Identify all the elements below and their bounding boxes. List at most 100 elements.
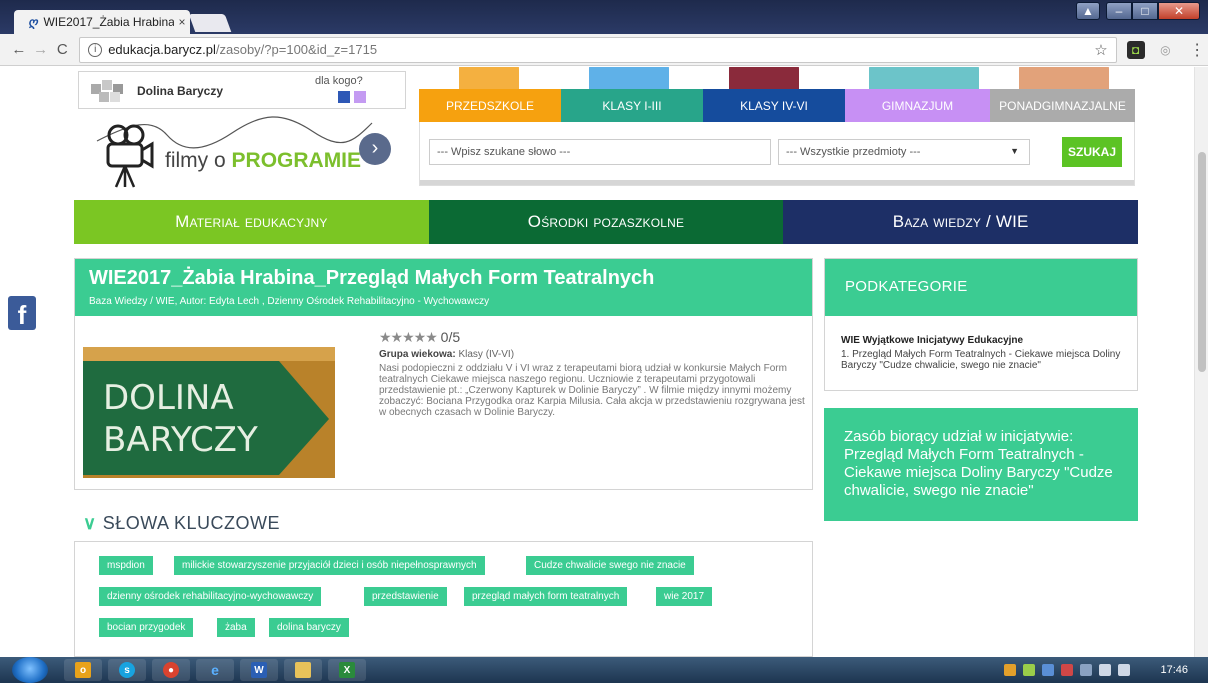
subject-select-value: --- Wszystkie przedmioty --- bbox=[786, 146, 921, 158]
start-button-icon[interactable] bbox=[12, 657, 48, 683]
resource-article: WIE2017_Żabia Hrabina_Przegląd Małych Fo… bbox=[74, 258, 813, 490]
tray-icon[interactable] bbox=[1061, 664, 1074, 676]
hero-image-strip bbox=[459, 67, 519, 89]
site-logo-box[interactable]: Dolina Baryczy dla kogo? bbox=[78, 71, 406, 109]
forward-arrow-icon[interactable]: → bbox=[30, 41, 52, 58]
tab-ponadgimnazjalne[interactable]: PONADGIMNAZJALNE bbox=[990, 89, 1135, 122]
chevron-right-icon[interactable]: › bbox=[359, 133, 391, 165]
keyword-tag[interactable]: Cudze chwalicie swego nie znacie bbox=[526, 556, 694, 575]
taskbar-explorer-icon[interactable] bbox=[284, 659, 322, 681]
os-taskbar: o s ● e W X 17:46 bbox=[0, 657, 1208, 683]
browser-tab[interactable]: ღ WIE2017_Żabia Hrabina_ × bbox=[14, 10, 190, 34]
page-viewport: Dolina Baryczy dla kogo? filmy o PROGRAM… bbox=[0, 67, 1194, 657]
network-icon[interactable] bbox=[1118, 664, 1131, 676]
star-rating-icon[interactable]: ★★★★★ bbox=[379, 329, 438, 345]
maximize-button[interactable]: □ bbox=[1132, 2, 1158, 20]
taskbar-chrome-icon[interactable]: ● bbox=[152, 659, 190, 681]
level-tabs: PRZEDSZKOLE KLASY I-III KLASY IV-VI GIMN… bbox=[419, 89, 1135, 122]
keyword-tag[interactable]: dzienny ośrodek rehabilitacyjno-wychowaw… bbox=[99, 587, 322, 606]
nav-osrodki-pozaszkolne[interactable]: Ośrodki pozaszkolne bbox=[428, 200, 784, 244]
panel-divider bbox=[420, 180, 1134, 185]
tray-icon[interactable] bbox=[1080, 664, 1093, 676]
rating-value: 0/5 bbox=[440, 329, 461, 345]
article-thumbnail[interactable]: DOLINA BARYCZY bbox=[83, 347, 335, 478]
info-icon[interactable]: i bbox=[88, 42, 103, 57]
tab-klasy-4-6[interactable]: KLASY IV-VI bbox=[703, 89, 845, 122]
article-description: Nasi podopieczni z oddziału V i VI wraz … bbox=[379, 363, 805, 418]
audience-swatch-violet[interactable] bbox=[354, 91, 366, 103]
tab-przedszkole[interactable]: PRZEDSZKOLE bbox=[419, 89, 561, 122]
extension-circle-icon[interactable]: ◎ bbox=[1155, 41, 1177, 59]
address-bar: ← → C i edukacja.barycz.pl /zasoby/?p=10… bbox=[0, 34, 1208, 66]
taskbar-excel-icon[interactable]: X bbox=[328, 659, 366, 681]
search-panel: --- Wpisz szukane słowo --- --- Wszystki… bbox=[419, 122, 1135, 186]
sign-text-2: BARYCZY bbox=[103, 420, 258, 460]
keyword-tag[interactable]: mspdion bbox=[99, 556, 153, 575]
keyword-tag[interactable]: przedstawienie bbox=[364, 587, 447, 606]
rating[interactable]: ★★★★★ 0/5 bbox=[379, 329, 460, 346]
age-group: Grupa wiekowa: Klasy (IV-VI) bbox=[379, 349, 514, 360]
page-scrollbar[interactable] bbox=[1194, 67, 1208, 657]
keyword-tag[interactable]: wie 2017 bbox=[656, 587, 713, 606]
logo-name: Dolina Baryczy bbox=[137, 84, 224, 98]
facebook-icon[interactable]: f bbox=[8, 296, 36, 330]
reload-icon[interactable]: C bbox=[51, 41, 73, 58]
nav-material-edukacyjny[interactable]: Materiał edukacyjny bbox=[74, 200, 429, 244]
keyword-tag[interactable]: bocian przygodek bbox=[99, 618, 194, 637]
new-tab-button[interactable] bbox=[188, 14, 232, 32]
tray-icon[interactable] bbox=[1023, 664, 1036, 676]
audience-swatch-blue[interactable] bbox=[338, 91, 350, 103]
tab-klasy-1-3[interactable]: KLASY I-III bbox=[561, 89, 703, 122]
initiative-box[interactable]: Zasób biorący udział w inicjatywie: Prze… bbox=[824, 408, 1138, 521]
search-button[interactable]: SZUKAJ bbox=[1062, 137, 1122, 167]
age-group-value: Klasy (IV-VI) bbox=[458, 349, 515, 360]
chevron-down-icon: ∨ bbox=[83, 513, 97, 533]
user-icon[interactable]: ▲ bbox=[1076, 2, 1100, 20]
minimize-button[interactable]: – bbox=[1106, 2, 1132, 20]
bluetooth-icon[interactable] bbox=[1042, 664, 1055, 676]
age-group-label: Grupa wiekowa: bbox=[379, 349, 456, 360]
tab-close-button[interactable]: × bbox=[174, 15, 190, 29]
main-navigation: Materiał edukacyjny Ośrodki pozaszkolne … bbox=[74, 200, 1139, 244]
subcategory-item[interactable]: 1. Przegląd Małych Form Teatralnych - Ci… bbox=[841, 349, 1131, 371]
sign-text-1: DOLINA bbox=[103, 378, 234, 418]
keyword-tag[interactable]: dolina baryczy bbox=[269, 618, 349, 637]
nav-baza-wiedzy[interactable]: Baza wiedzy / WIE bbox=[783, 200, 1139, 244]
taskbar-skype-icon[interactable]: s bbox=[108, 659, 146, 681]
keyword-tag[interactable]: żaba bbox=[217, 618, 255, 637]
browser-menu-icon[interactable]: ⋮ bbox=[1186, 41, 1208, 59]
extension-icon[interactable]: ◘ bbox=[1126, 40, 1145, 59]
url-host: edukacja.barycz.pl bbox=[108, 42, 216, 57]
taskbar-ie-icon[interactable]: e bbox=[196, 659, 234, 681]
logo-mark-icon bbox=[91, 80, 123, 102]
hero-children-strip bbox=[419, 67, 1135, 89]
clock[interactable]: 17:46 bbox=[1160, 664, 1188, 676]
chevron-down-icon: ▼ bbox=[1010, 146, 1019, 156]
bookmark-star-icon[interactable]: ☆ bbox=[1094, 41, 1107, 59]
keywords-box: mspdion milickie stowarzyszenie przyjaci… bbox=[74, 541, 813, 657]
browser-tab-strip: ღ WIE2017_Żabia Hrabina_ × ▲ – □ ✕ bbox=[0, 0, 1208, 34]
keyword-tag[interactable]: przegląd małych form teatralnych bbox=[464, 587, 628, 606]
program-films-banner[interactable]: filmy o PROGRAMIE › bbox=[92, 113, 404, 191]
close-window-button[interactable]: ✕ bbox=[1158, 2, 1200, 20]
scrollbar-thumb[interactable] bbox=[1198, 152, 1206, 372]
article-title: WIE2017_Żabia Hrabina_Przegląd Małych Fo… bbox=[89, 267, 655, 289]
article-header: WIE2017_Żabia Hrabina_Przegląd Małych Fo… bbox=[75, 259, 812, 316]
url-input[interactable]: i edukacja.barycz.pl /zasoby/?p=100&id_z… bbox=[79, 36, 1117, 63]
keywords-heading[interactable]: ∨ SŁOWA KLUCZOWE bbox=[83, 513, 280, 534]
subcategories-heading: PODKATEGORIE bbox=[825, 259, 1137, 316]
url-path: /zasoby/?p=100&id_z=1715 bbox=[215, 42, 378, 57]
search-input[interactable]: --- Wpisz szukane słowo --- bbox=[429, 139, 771, 165]
back-arrow-icon[interactable]: ← bbox=[8, 41, 30, 58]
volume-icon[interactable] bbox=[1099, 664, 1112, 676]
taskbar-word-icon[interactable]: W bbox=[240, 659, 278, 681]
article-meta: Baza Wiedzy / WIE, Autor: Edyta Lech , D… bbox=[89, 296, 490, 307]
taskbar-app-icon[interactable]: o bbox=[64, 659, 102, 681]
subject-select[interactable]: --- Wszystkie przedmioty --- ▼ bbox=[778, 139, 1030, 165]
tray-icon[interactable] bbox=[1004, 664, 1017, 676]
subcategories-box: PODKATEGORIE WIE Wyjątkowe Inicjatywy Ed… bbox=[824, 258, 1138, 391]
tab-gimnazjum[interactable]: GIMNAZJUM bbox=[845, 89, 990, 122]
keyword-tag[interactable]: milickie stowarzyszenie przyjaciół dziec… bbox=[174, 556, 485, 575]
site-favicon-icon: ღ bbox=[28, 15, 38, 29]
window-controls: ▲ – □ ✕ bbox=[1076, 2, 1200, 20]
